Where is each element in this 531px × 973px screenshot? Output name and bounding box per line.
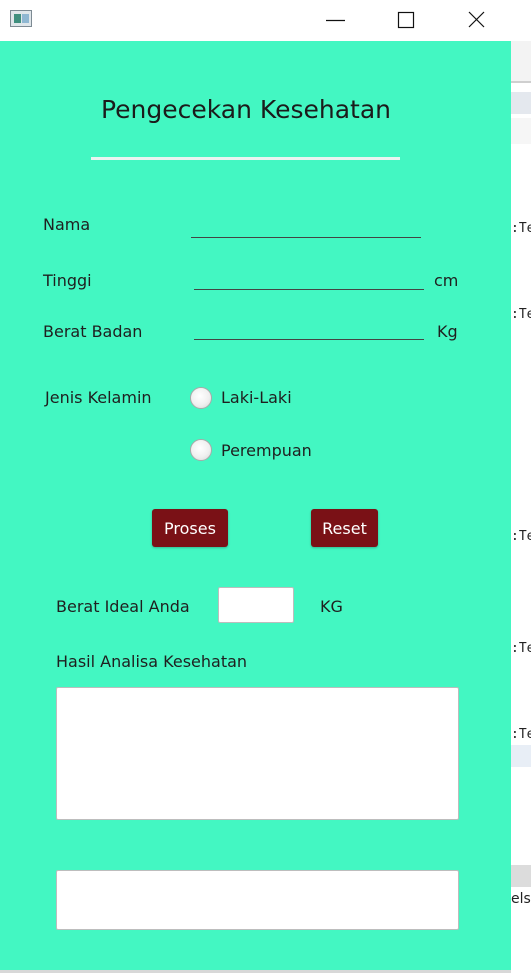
background-editor: :Te :Te :Te :Te :Te els <box>511 0 531 973</box>
reset-button[interactable]: Reset <box>311 509 378 547</box>
hasil-analisa-textarea[interactable] <box>56 687 459 820</box>
title-bar[interactable] <box>0 0 511 41</box>
tinggi-unit: cm <box>434 271 459 290</box>
editor-tab <box>511 118 531 144</box>
radio-laki-laki[interactable] <box>190 387 212 409</box>
editor-code-snippet: :Te <box>511 727 531 742</box>
editor-code-snippet: :Te <box>511 221 531 236</box>
berat-badan-label: Berat Badan <box>43 322 143 341</box>
close-button[interactable] <box>441 0 511 41</box>
radio-perempuan[interactable] <box>190 439 212 461</box>
berat-badan-unit: Kg <box>437 322 458 341</box>
close-icon <box>468 11 485 28</box>
tinggi-input[interactable] <box>194 267 424 290</box>
editor-toolbar <box>511 41 531 81</box>
form-title: Pengecekan Kesehatan <box>100 95 391 124</box>
minimize-button[interactable] <box>300 0 370 41</box>
maximize-button[interactable] <box>370 0 440 41</box>
editor-code-snippet: :Te <box>511 641 531 656</box>
title-divider <box>91 157 400 160</box>
editor-panel-text: els <box>511 891 531 907</box>
proses-button[interactable]: Proses <box>152 509 228 547</box>
minimize-icon <box>326 19 345 22</box>
berat-badan-input[interactable] <box>194 317 424 340</box>
nama-label: Nama <box>43 215 91 234</box>
berat-ideal-label: Berat Ideal Anda <box>56 597 190 616</box>
berat-ideal-field[interactable] <box>218 587 294 623</box>
editor-tab-strip <box>511 92 531 114</box>
radio-laki-laki-label[interactable]: Laki-Laki <box>221 388 292 407</box>
radio-perempuan-label[interactable]: Perempuan <box>221 441 312 460</box>
hasil-analisa-label: Hasil Analisa Kesehatan <box>56 652 248 671</box>
tinggi-label: Tinggi <box>43 271 92 290</box>
extra-output-field[interactable] <box>56 870 459 930</box>
nama-input[interactable] <box>191 215 421 238</box>
editor-panel-header <box>511 865 531 887</box>
jenis-kelamin-label: Jenis Kelamin <box>45 388 152 407</box>
editor-code-snippet: :Te <box>511 529 531 544</box>
editor-highlight-row <box>511 745 531 767</box>
app-icon <box>10 10 32 27</box>
editor-code-snippet: :Te <box>511 307 531 322</box>
editor-divider <box>511 81 531 83</box>
app-window: Pengecekan Kesehatan Nama Tinggi cm Bera… <box>0 0 511 973</box>
maximize-icon <box>397 11 415 29</box>
berat-ideal-unit: KG <box>320 597 343 616</box>
